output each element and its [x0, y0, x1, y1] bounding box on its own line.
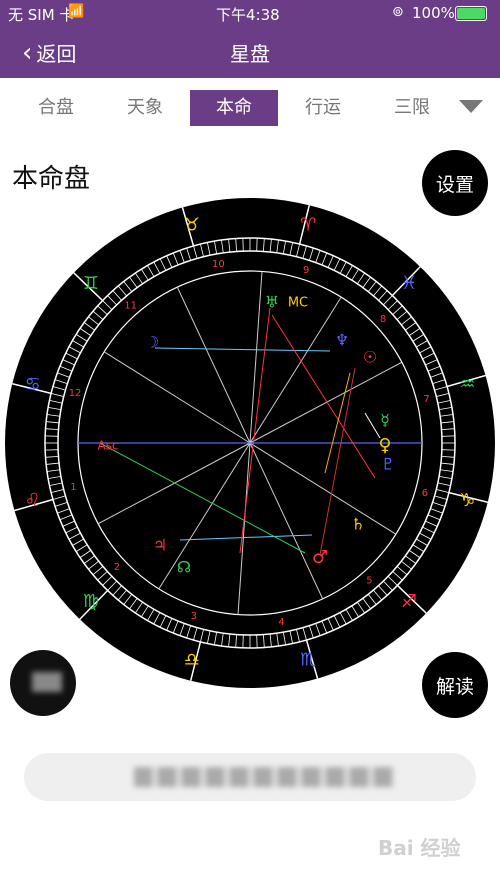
interpret-button[interactable]: 解读 [422, 652, 488, 718]
zodiac-sign-glyph: ♒ [459, 374, 475, 395]
planet-glyph: ♃ [153, 536, 167, 555]
zodiac-sign-glyph: ♊ [83, 273, 99, 294]
house-number: 11 [124, 301, 137, 312]
nav-bar: ‹ 返回 星盘 [0, 26, 500, 78]
zodiac-sign-glyph: ♋ [25, 374, 41, 395]
tab-transit[interactable]: 行运 [279, 90, 367, 126]
planet-glyph: ♄ [351, 515, 365, 534]
zodiac-sign-glyph: ♓ [401, 273, 417, 294]
watermark-logo: Bai 经验 [378, 832, 488, 878]
avatar-placeholder [32, 672, 62, 692]
watermark-text: Bai 经验 [378, 836, 461, 860]
house-number: 8 [380, 314, 386, 325]
house-number: 9 [303, 265, 309, 276]
lock-rotation-icon: ⊚ [392, 4, 404, 20]
avatar-button[interactable] [10, 650, 76, 716]
status-bar: 无 SIM 卡 📶 下午4:38 ⊚ 100% [0, 0, 500, 26]
planet-glyph: ♂ [312, 547, 328, 568]
planet-glyph: ☿ [380, 411, 390, 430]
zodiac-sign-glyph: ♈ [300, 215, 316, 236]
input-placeholder-blurred [134, 767, 394, 787]
wifi-icon: 📶 [68, 4, 85, 19]
page-title: 星盘 [230, 42, 270, 66]
zodiac-sign-glyph: ♐ [401, 591, 417, 612]
planet-glyph: ♇ [381, 455, 395, 474]
tab-natal[interactable]: 本命 [190, 90, 278, 126]
planet-glyph: ☊ [177, 558, 191, 577]
ascendant-label: Asc [97, 439, 118, 453]
zodiac-sign-glyph: ♎ [184, 649, 200, 670]
zodiac-sign-glyph: ♉ [184, 215, 200, 236]
planet-glyph: ♀ [378, 435, 391, 456]
message-input[interactable] [24, 753, 476, 801]
clock-text: 下午4:38 [216, 6, 280, 24]
house-number: 2 [114, 562, 120, 573]
planet-glyph: ☉ [363, 348, 377, 367]
tab-tertiary[interactable]: 三限 [368, 90, 456, 126]
planet-glyph: ♅ [265, 293, 279, 312]
house-number: 1 [70, 482, 76, 493]
zodiac-sign-glyph: ♑ [459, 490, 475, 511]
tab-bar: 合盘 天象 本命 行运 三限 [0, 88, 500, 128]
house-number: 3 [191, 611, 197, 622]
house-number: 12 [69, 388, 82, 399]
house-number: 10 [212, 259, 225, 270]
zodiac-sign-glyph: ♌ [25, 490, 41, 511]
house-number: 7 [423, 394, 429, 405]
natal-chart: ♈♉♊♋♌♍♎ ♏♐♑♒♓123456789101112☉☽☿♀♂♃♄♅♆♇☊As… [5, 198, 495, 688]
carrier-text: 无 SIM 卡 [8, 6, 75, 24]
house-number: 6 [422, 488, 428, 499]
zodiac-sign-glyph: ♍ [83, 591, 99, 612]
chevron-down-icon[interactable] [459, 100, 483, 113]
midheaven-label: MC [288, 296, 308, 311]
planet-glyph: ☽ [145, 333, 159, 352]
house-number: 5 [366, 575, 372, 586]
tab-transit-sky[interactable]: 天象 [101, 90, 189, 126]
battery-text: 100% [412, 4, 455, 22]
battery-icon [455, 6, 487, 21]
house-number: 4 [278, 617, 284, 628]
tab-synastry[interactable]: 合盘 [12, 90, 100, 126]
planet-glyph: ♆ [335, 331, 349, 350]
zodiac-sign-glyph: ♏ [300, 649, 316, 670]
